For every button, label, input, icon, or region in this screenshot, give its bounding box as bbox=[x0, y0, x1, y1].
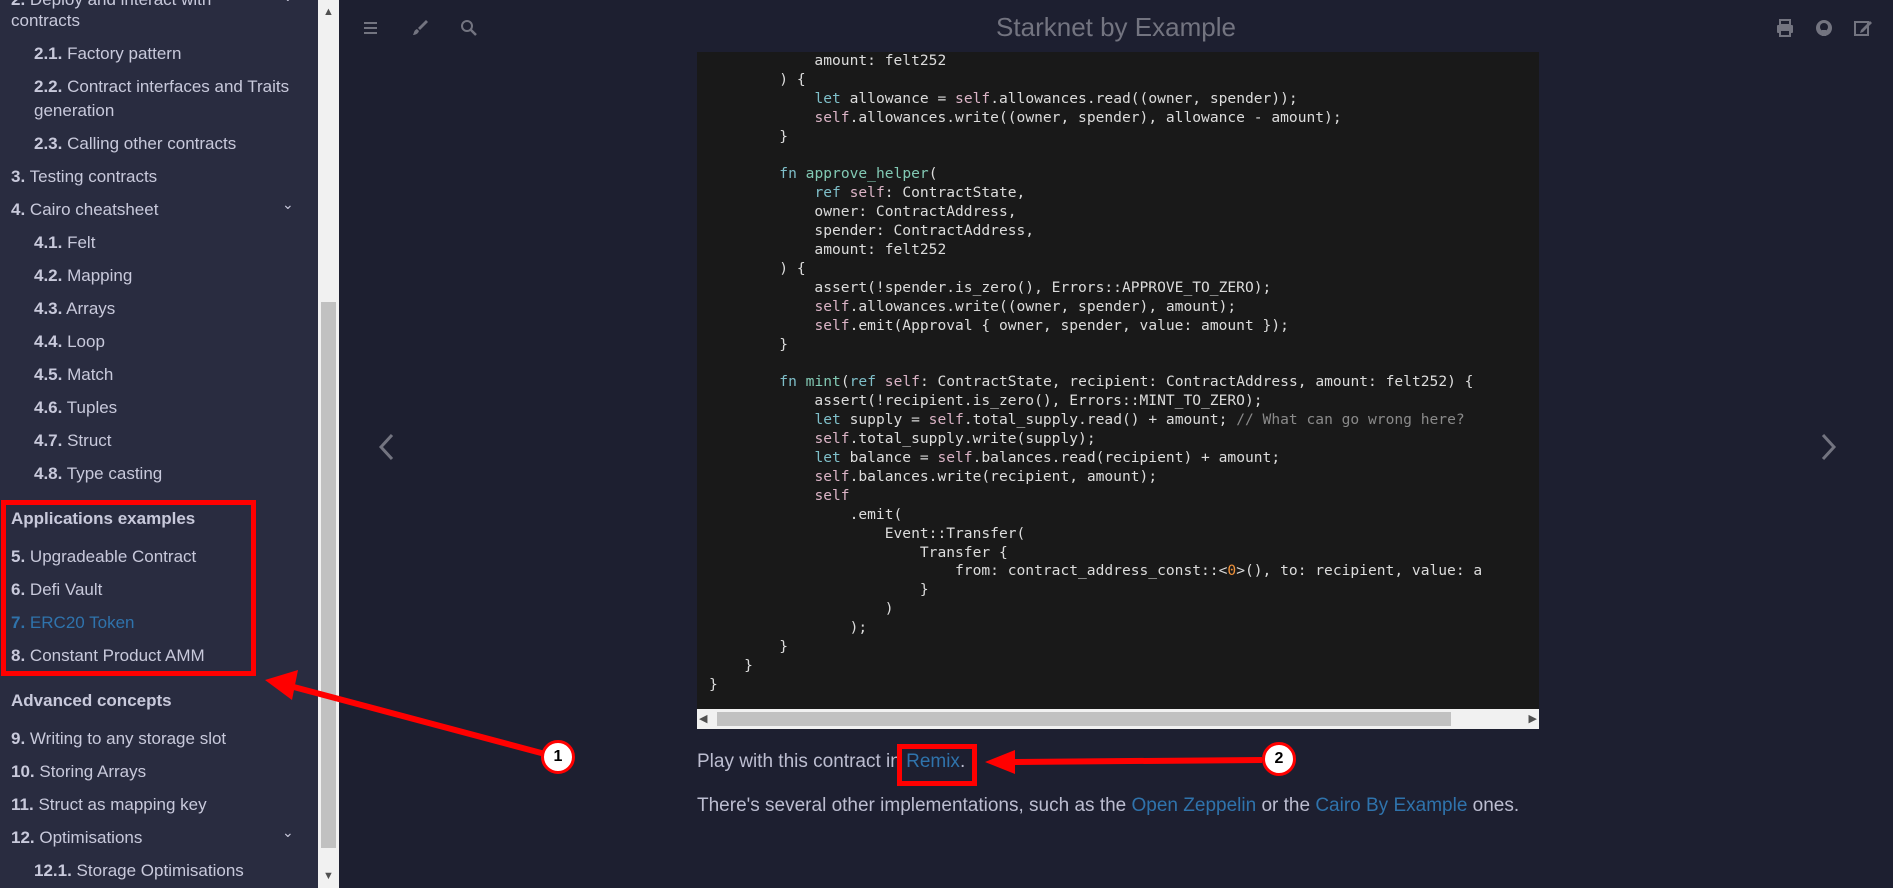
chevron-down-icon[interactable]: ⌄ bbox=[282, 824, 294, 841]
code-line: amount: felt252 bbox=[709, 52, 947, 69]
code-line: self.balances.write(recipient, amount); bbox=[814, 467, 1158, 485]
code-horizontal-scrollbar[interactable]: ◀ ▶ bbox=[697, 709, 1539, 729]
sidebar-item-testing[interactable]: 3. Testing contracts bbox=[11, 167, 157, 187]
open-zeppelin-link[interactable]: Open Zeppelin bbox=[1132, 795, 1257, 816]
sidebar: 2. Deploy and interact with contracts ⌄ … bbox=[0, 0, 318, 888]
code-line: owner: ContractAddress, bbox=[709, 203, 1017, 221]
scroll-right-arrow-icon[interactable]: ▶ bbox=[1529, 709, 1537, 729]
code-text: amount: felt252 ) { let allowance = self… bbox=[709, 52, 1482, 695]
sidebar-item-match[interactable]: 4.5. Match bbox=[34, 365, 113, 385]
implementations-paragraph: There's several other implementations, s… bbox=[697, 795, 1520, 816]
code-line: ) { bbox=[709, 259, 806, 277]
code-line: .emit( bbox=[709, 505, 903, 523]
sidebar-item-optimisations[interactable]: 12. Optimisations bbox=[11, 828, 142, 848]
code-line: self.allowances.write((owner, spender), … bbox=[814, 108, 1342, 126]
code-line: spender: ContractAddress, bbox=[709, 222, 1035, 240]
sidebar-item-storage-slot[interactable]: 9. Writing to any storage slot bbox=[11, 729, 226, 749]
sidebar-item-loop[interactable]: 4.4. Loop bbox=[34, 332, 105, 352]
sidebar-item-interfaces[interactable]: 2.2. Contract interfaces and Traits bbox=[34, 77, 289, 97]
menu-bar: Starknet by Example bbox=[339, 0, 1893, 56]
code-line: fn mint(ref self: ContractState, recipie… bbox=[779, 373, 1474, 391]
scroll-down-arrow-icon[interactable]: ▼ bbox=[318, 866, 339, 886]
sidebar-item-arrays[interactable]: 4.3. Arrays bbox=[34, 299, 115, 319]
code-line: from: contract_address_const::<0>(), to:… bbox=[709, 562, 1483, 580]
code-line: ) bbox=[709, 600, 894, 618]
code-line: Event::Transfer( bbox=[709, 524, 1026, 542]
annotation-badge-2: 2 bbox=[1262, 742, 1296, 776]
annotation-box-remix bbox=[897, 744, 977, 786]
code-line: Transfer { bbox=[709, 543, 1008, 561]
chevron-down-icon[interactable]: ⌄ bbox=[282, 0, 294, 5]
scroll-left-arrow-icon[interactable]: ◀ bbox=[699, 709, 707, 729]
code-line: amount: felt252 bbox=[709, 241, 947, 259]
sidebar-item-deploy-cont[interactable]: contracts bbox=[11, 11, 80, 31]
sidebar-scrollbar[interactable]: ▲ ▼ bbox=[318, 0, 339, 888]
code-line: let balance = self.balances.read(recipie… bbox=[814, 449, 1281, 467]
code-line: } bbox=[709, 335, 789, 353]
code-line: self.allowances.write((owner, spender), … bbox=[814, 297, 1237, 315]
sidebar-item-mapping[interactable]: 4.2. Mapping bbox=[34, 266, 132, 286]
code-line: } bbox=[709, 638, 789, 656]
sidebar-item-calling[interactable]: 2.3. Calling other contracts bbox=[34, 134, 236, 154]
code-line: self bbox=[814, 486, 850, 504]
scroll-thumb[interactable] bbox=[321, 302, 336, 848]
code-line: fn approve_helper( bbox=[779, 165, 938, 183]
sidebar-heading-advanced: Advanced concepts bbox=[11, 691, 172, 710]
cairo-by-example-link[interactable]: Cairo By Example bbox=[1315, 795, 1467, 816]
sidebar-item-struct-key[interactable]: 11. Struct as mapping key bbox=[11, 795, 207, 815]
code-line: ); bbox=[709, 619, 868, 637]
code-line: assert(!recipient.is_zero(), Errors::MIN… bbox=[709, 392, 1263, 410]
code-line: let supply = self.total_supply.read() + … bbox=[814, 411, 1465, 429]
code-line: } bbox=[709, 127, 789, 145]
code-scroll-thumb[interactable] bbox=[717, 712, 1451, 726]
sidebar-item-cairo-cheatsheet[interactable]: 4. Cairo cheatsheet bbox=[11, 200, 158, 220]
code-block: amount: felt252 ) { let allowance = self… bbox=[697, 52, 1539, 709]
annotation-box-applications bbox=[1, 500, 256, 676]
sidebar-item-tuples[interactable]: 4.6. Tuples bbox=[34, 398, 117, 418]
sidebar-item-type-casting[interactable]: 4.8. Type casting bbox=[34, 464, 162, 484]
annotation-badge-1: 1 bbox=[541, 740, 575, 774]
sidebar-item-storage-opt[interactable]: 12.1. Storage Optimisations bbox=[34, 861, 244, 881]
code-line: } bbox=[709, 657, 753, 674]
previous-chapter-chevron-icon[interactable] bbox=[377, 430, 397, 472]
code-line: ) { bbox=[709, 70, 806, 88]
code-line: self.total_supply.write(supply); bbox=[814, 430, 1096, 448]
sidebar-item-deploy[interactable]: 2. Deploy and interact with bbox=[11, 0, 211, 10]
sidebar-item-struct[interactable]: 4.7. Struct bbox=[34, 431, 112, 451]
edit-icon[interactable] bbox=[1851, 16, 1875, 40]
code-line: ref self: ContractState, bbox=[814, 184, 1026, 202]
code-line: self.emit(Approval { owner, spender, val… bbox=[814, 316, 1289, 334]
chevron-down-icon[interactable]: ⌄ bbox=[282, 196, 294, 213]
next-chapter-chevron-icon[interactable] bbox=[1818, 430, 1838, 472]
page-title: Starknet by Example bbox=[996, 12, 1236, 42]
sidebar-item-interfaces-cont[interactable]: generation bbox=[34, 101, 114, 121]
sidebar-item-storing-arrays[interactable]: 10. Storing Arrays bbox=[11, 762, 146, 782]
code-line: } bbox=[709, 581, 929, 599]
github-icon[interactable] bbox=[1812, 16, 1836, 40]
print-icon[interactable] bbox=[1773, 16, 1797, 40]
scroll-up-arrow-icon[interactable]: ▲ bbox=[318, 2, 339, 22]
code-line: let allowance = self.allowances.read((ow… bbox=[814, 89, 1298, 107]
sidebar-item-factory[interactable]: 2.1. Factory pattern bbox=[34, 44, 181, 64]
code-line: assert(!spender.is_zero(), Errors::APPRO… bbox=[709, 278, 1272, 296]
sidebar-item-felt[interactable]: 4.1. Felt bbox=[34, 233, 95, 253]
code-line: } bbox=[709, 675, 718, 693]
